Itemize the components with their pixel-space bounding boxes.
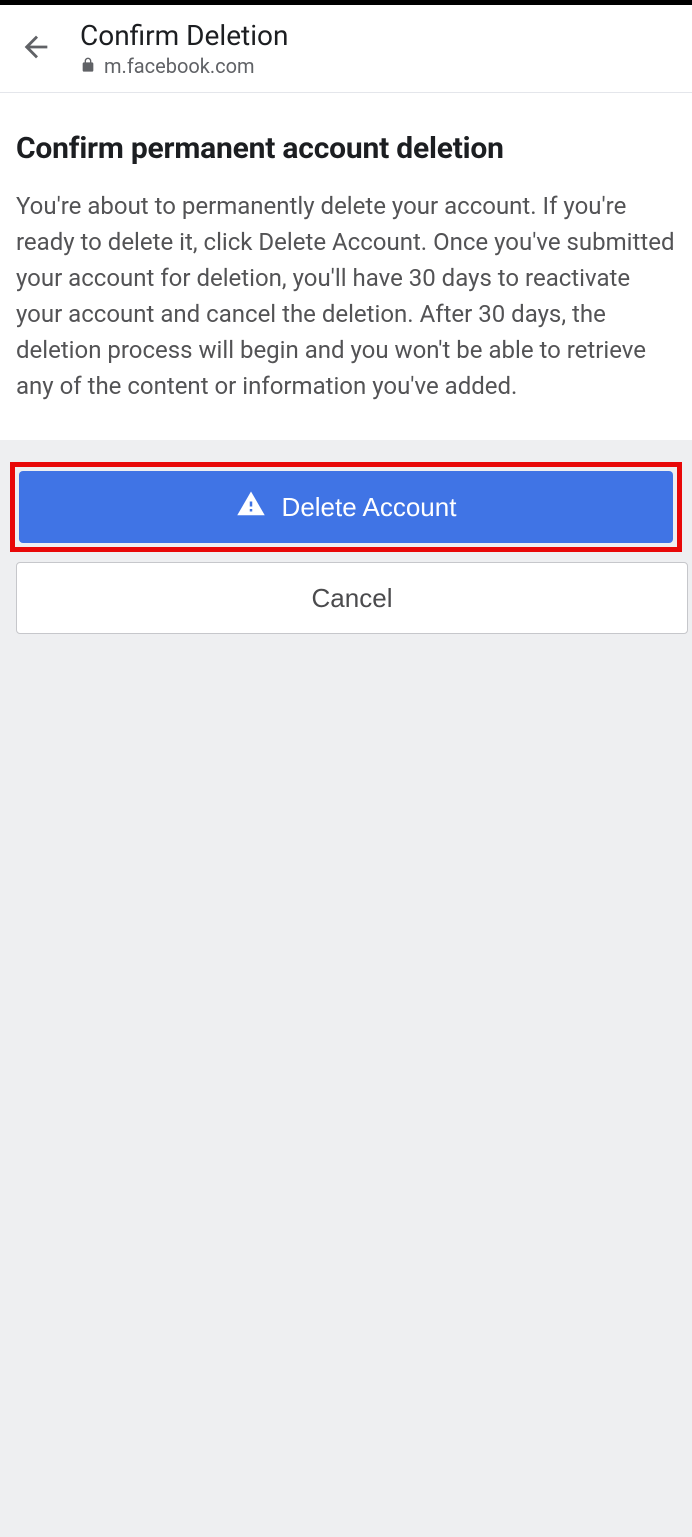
- lock-icon: [80, 54, 96, 78]
- annotation-highlight: Delete Account: [10, 462, 682, 552]
- url-display: m.facebook.com: [80, 54, 288, 78]
- cancel-button-label: Cancel: [312, 583, 393, 614]
- button-area: Delete Account Cancel: [0, 440, 692, 656]
- main-content: Confirm permanent account deletion You'r…: [0, 93, 692, 440]
- page-description: You're about to permanently delete your …: [16, 188, 676, 404]
- back-arrow-icon: [19, 30, 53, 68]
- cancel-button[interactable]: Cancel: [16, 562, 688, 634]
- back-button[interactable]: [16, 29, 56, 69]
- warning-icon: [236, 489, 266, 526]
- page-title: Confirm Deletion: [80, 19, 288, 52]
- delete-button-label: Delete Account: [282, 492, 457, 523]
- delete-account-button[interactable]: Delete Account: [19, 471, 673, 543]
- browser-header: Confirm Deletion m.facebook.com: [0, 5, 692, 93]
- url-text: m.facebook.com: [104, 54, 255, 78]
- page-heading: Confirm permanent account deletion: [16, 131, 676, 166]
